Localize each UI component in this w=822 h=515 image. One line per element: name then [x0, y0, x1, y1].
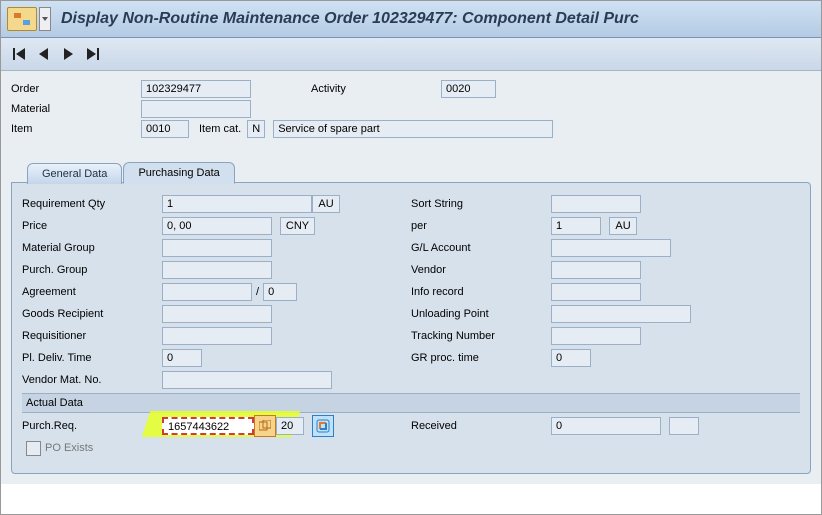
purchasing-right-col: Sort String per1 AU G/L Account Vendor In…: [411, 193, 800, 391]
gl-field[interactable]: [551, 239, 671, 257]
goods-field[interactable]: [162, 305, 272, 323]
title-bar: Display Non-Routine Maintenance Order 10…: [1, 1, 821, 38]
agreement-label: Agreement: [22, 286, 162, 298]
received-unit[interactable]: [669, 417, 699, 435]
order-header: Order 102329477 Activity 0020 Material I…: [1, 71, 821, 143]
track-field[interactable]: [551, 327, 641, 345]
unload-field[interactable]: [551, 305, 691, 323]
po-exists-checkbox[interactable]: [26, 441, 41, 456]
app-window: Display Non-Routine Maintenance Order 10…: [0, 0, 822, 515]
goods-label: Goods Recipient: [22, 308, 162, 320]
inforec-field[interactable]: [551, 283, 641, 301]
nav-last-button[interactable]: [83, 45, 101, 63]
received-label: Received: [411, 420, 551, 432]
activity-field[interactable]: 0020: [441, 80, 496, 98]
tab-purchasing-data[interactable]: Purchasing Data: [123, 162, 234, 184]
actual-data-section: Actual Data: [22, 393, 800, 413]
itemcat-label: Item cat.: [199, 123, 241, 135]
sort-field[interactable]: [551, 195, 641, 213]
matgrp-field[interactable]: [162, 239, 272, 257]
track-label: Tracking Number: [411, 330, 551, 342]
activity-label: Activity: [311, 83, 441, 95]
matgrp-label: Material Group: [22, 242, 162, 254]
gl-label: G/L Account: [411, 242, 551, 254]
vendmat-label: Vendor Mat. No.: [22, 374, 162, 386]
tab-general-data[interactable]: General Data: [27, 163, 122, 184]
vendor-field[interactable]: [551, 261, 641, 279]
item-label: Item: [11, 123, 141, 135]
pgrp-label: Purch. Group: [22, 264, 162, 276]
requisitioner-field[interactable]: [162, 327, 272, 345]
per-field[interactable]: 1: [551, 217, 601, 235]
material-field[interactable]: [141, 100, 251, 118]
reqqty-label: Requirement Qty: [22, 198, 162, 210]
vendmat-field[interactable]: [162, 371, 332, 389]
pldeliv-label: Pl. Deliv. Time: [22, 352, 162, 364]
nav-next-button[interactable]: [59, 45, 77, 63]
display-pr-icon[interactable]: [312, 415, 334, 437]
matchcode-icon[interactable]: [254, 415, 276, 437]
tab-strip: General Data Purchasing Data: [27, 159, 811, 183]
itemcat-field[interactable]: N: [247, 120, 265, 138]
grproc-label: GR proc. time: [411, 352, 551, 364]
unload-label: Unloading Point: [411, 308, 551, 320]
pgrp-field[interactable]: [162, 261, 272, 279]
reqqty-unit[interactable]: AU: [312, 195, 340, 213]
vendor-label: Vendor: [411, 264, 551, 276]
purchasing-panel: Requirement Qty1AU Price0, 00CNY Materia…: [11, 182, 811, 474]
transaction-menu-dropdown[interactable]: [39, 7, 51, 31]
sort-label: Sort String: [411, 198, 551, 210]
received-field[interactable]: 0: [551, 417, 661, 435]
page-title: Display Non-Routine Maintenance Order 10…: [61, 10, 639, 28]
inforec-label: Info record: [411, 286, 551, 298]
nav-first-button[interactable]: [11, 45, 29, 63]
item-field[interactable]: 0010: [141, 120, 189, 138]
nav-prev-button[interactable]: [35, 45, 53, 63]
requisitioner-label: Requisitioner: [22, 330, 162, 342]
preq-label: Purch.Req.: [22, 420, 162, 432]
price-currency[interactable]: CNY: [280, 217, 315, 235]
per-label: per: [411, 220, 551, 232]
agreement-slash: /: [252, 286, 263, 298]
order-field[interactable]: 102329477: [141, 80, 251, 98]
price-label: Price: [22, 220, 162, 232]
grproc-field[interactable]: 0: [551, 349, 591, 367]
purchasing-left-col: Requirement Qty1AU Price0, 00 CNY Materia…: [22, 193, 411, 391]
reqqty-field[interactable]: 1: [162, 195, 312, 213]
itemcat-desc-field: Service of spare part: [273, 120, 553, 138]
po-exists-label: PO Exists: [45, 442, 93, 454]
price-field[interactable]: 0, 00: [162, 217, 272, 235]
pldeliv-field[interactable]: 0: [162, 349, 202, 367]
record-nav-toolbar: [1, 38, 821, 71]
preq-field[interactable]: 1657443622: [162, 417, 254, 435]
agreement-item-field[interactable]: 0: [263, 283, 297, 301]
agreement-field[interactable]: [162, 283, 252, 301]
preq-item-field[interactable]: 20: [276, 417, 304, 435]
transaction-icon[interactable]: [7, 7, 37, 31]
per-unit[interactable]: AU: [609, 217, 637, 235]
order-label: Order: [11, 83, 141, 95]
material-label: Material: [11, 103, 141, 115]
main-area: General Data Purchasing Data Requirement…: [1, 143, 821, 484]
